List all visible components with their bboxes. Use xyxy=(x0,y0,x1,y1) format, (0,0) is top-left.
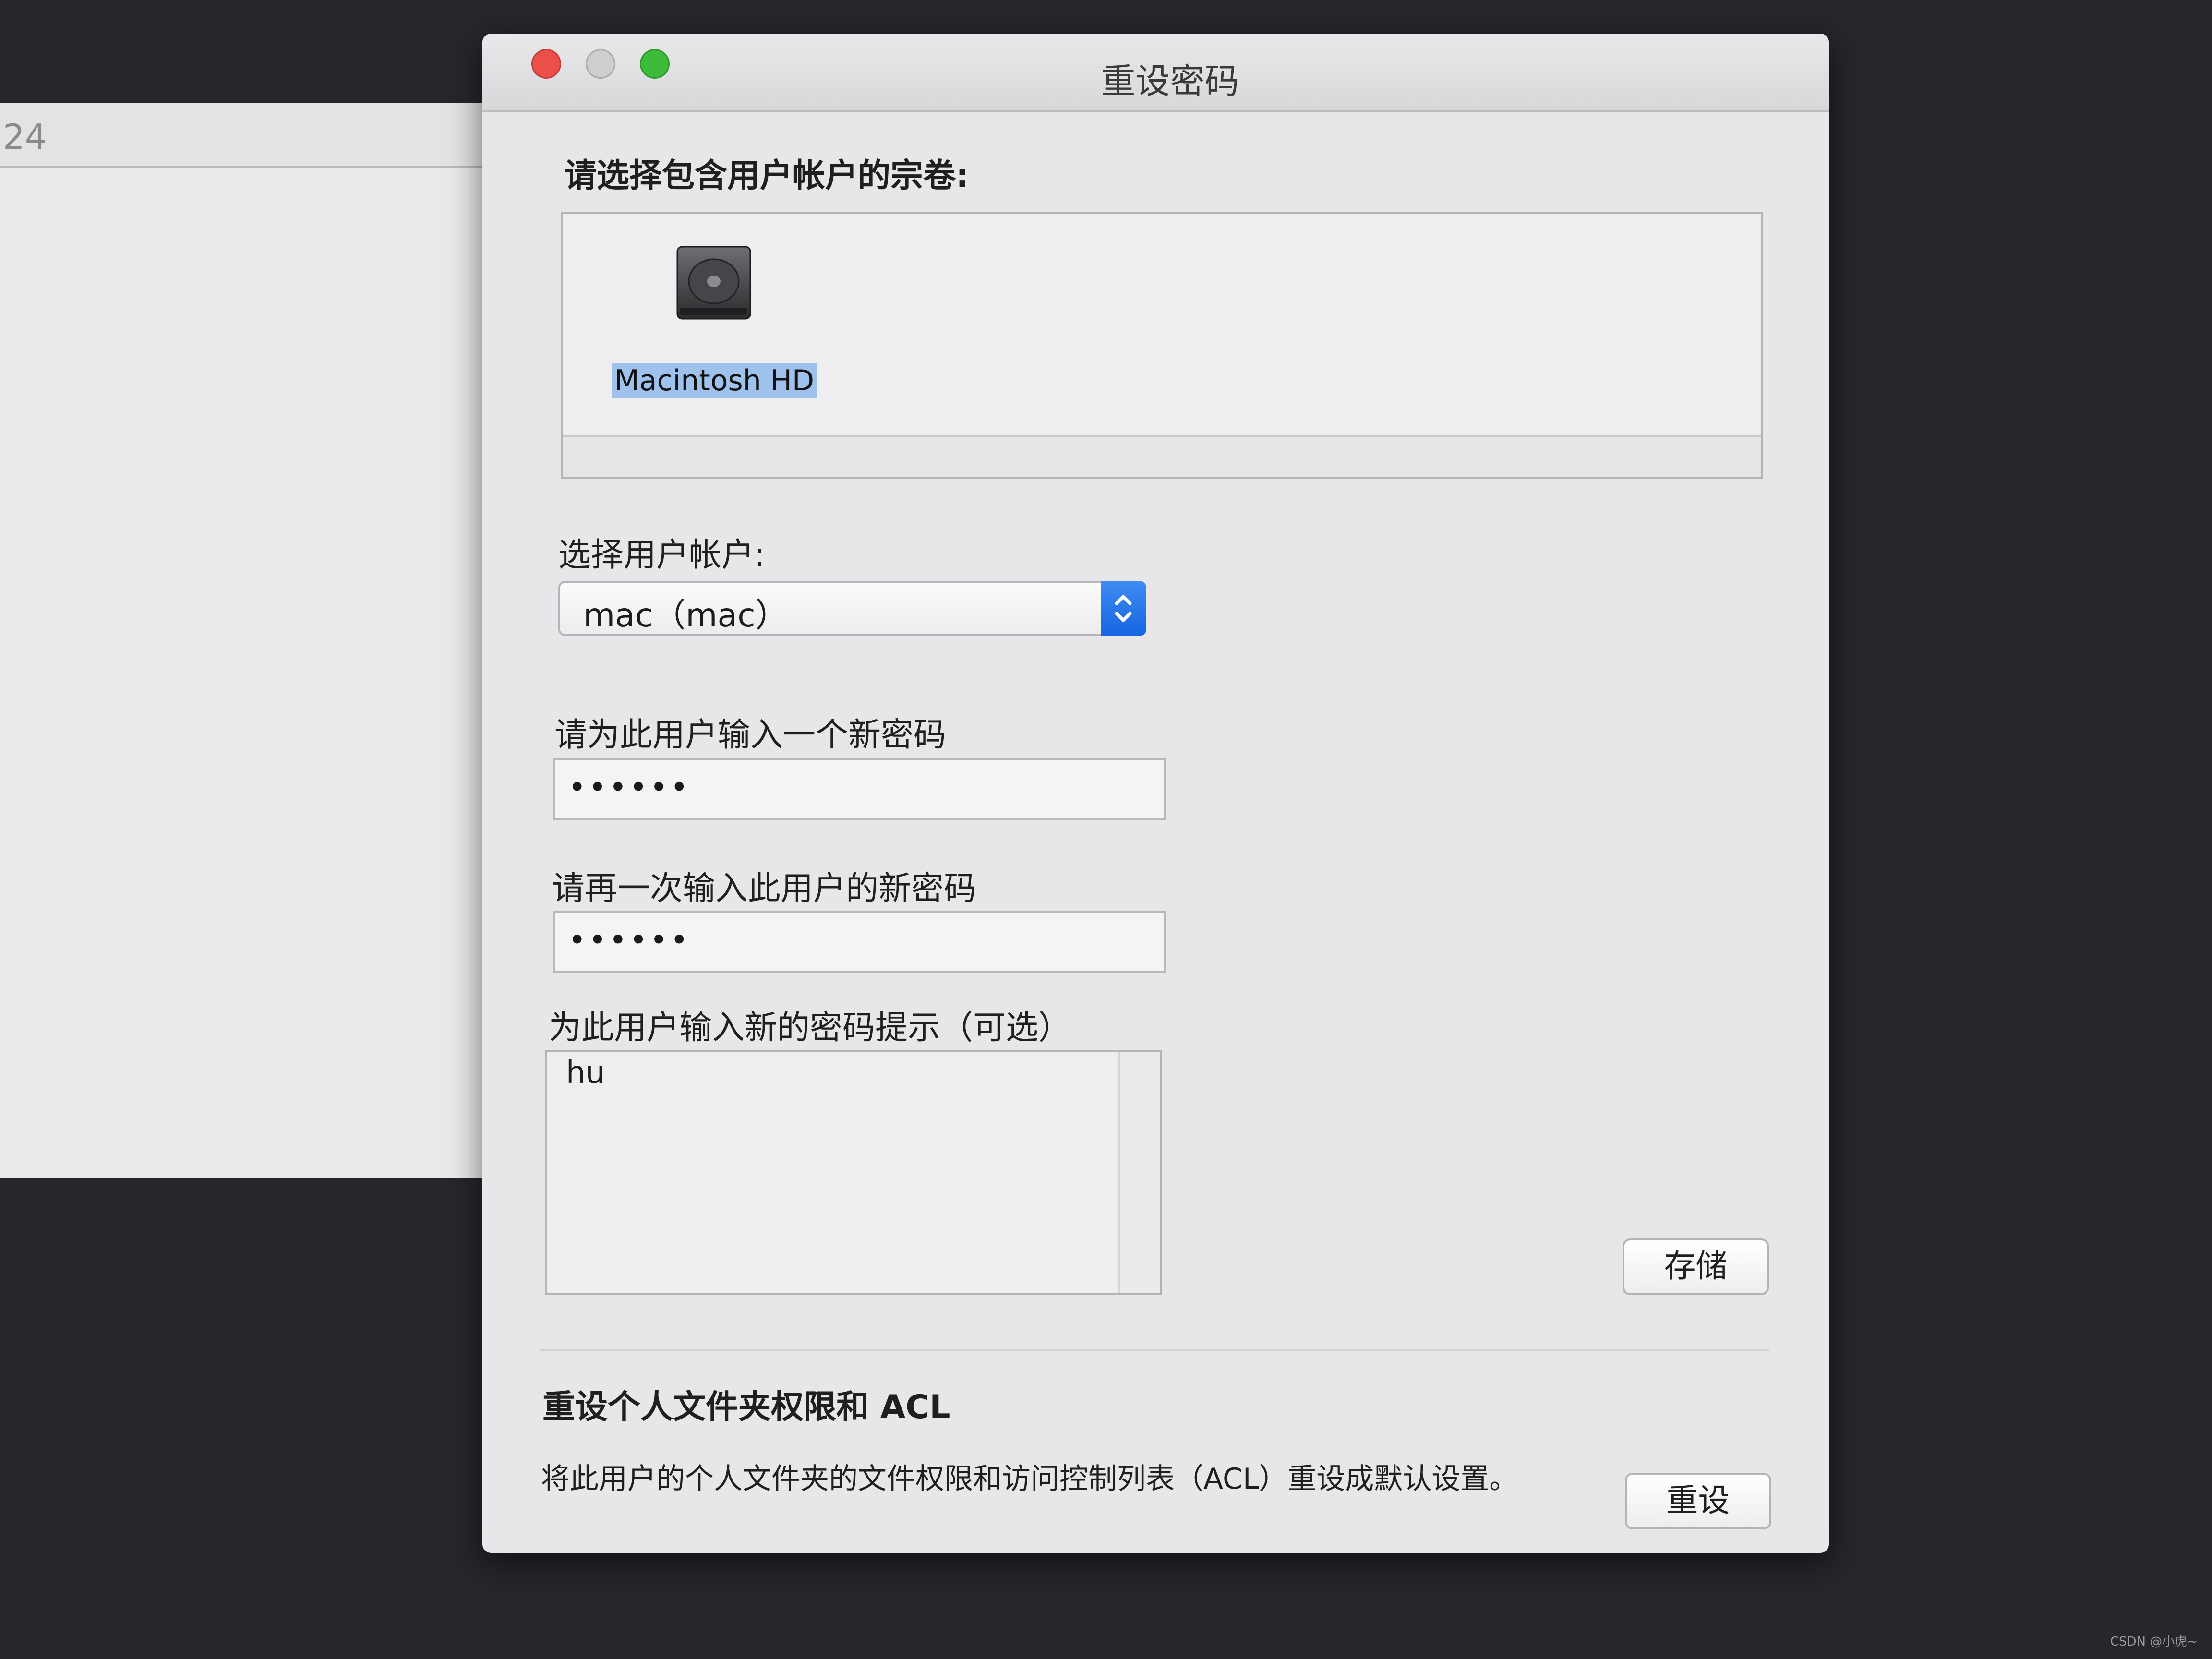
new-password-value: •••••• xyxy=(568,770,691,805)
password-hint-label: 为此用户输入新的密码提示（可选） xyxy=(549,1009,1071,1047)
titlebar: 重设密码 xyxy=(482,34,1829,112)
volume-section-label: 请选择包含用户帐户的宗卷: xyxy=(564,157,969,195)
background-window-toolbar: 24 xyxy=(0,103,509,168)
background-window: 24 xyxy=(0,103,509,1178)
acl-description: 将此用户的个人文件夹的文件权限和访问控制列表（ACL）重设成默认设置。 xyxy=(541,1462,1518,1496)
volume-list[interactable]: Macintosh HD xyxy=(561,212,1763,479)
verify-password-value: •••••• xyxy=(568,923,691,958)
verify-password-label: 请再一次输入此用户的新密码 xyxy=(552,870,977,908)
verify-password-field[interactable]: •••••• xyxy=(553,911,1166,973)
select-arrows[interactable] xyxy=(1101,581,1146,636)
password-hint-textarea[interactable]: hu xyxy=(545,1050,1162,1295)
volume-list-footer xyxy=(563,435,1761,477)
acl-section-title: 重设个人文件夹权限和 ACL xyxy=(542,1388,950,1426)
volume-name: Macintosh HD xyxy=(612,363,817,398)
section-divider xyxy=(540,1349,1769,1351)
reset-button[interactable]: 重设 xyxy=(1625,1473,1771,1529)
user-section-label: 选择用户帐户: xyxy=(558,536,765,574)
user-account-select-value: mac（mac） xyxy=(583,597,788,635)
reset-password-dialog: 重设密码 请选择包含用户帐户的宗卷: Macintosh HD 选择用户帐户: xyxy=(482,34,1829,1553)
new-password-field[interactable]: •••••• xyxy=(553,758,1166,820)
volume-item-macintosh-hd[interactable]: Macintosh HD xyxy=(606,238,817,398)
window-title: 重设密码 xyxy=(1101,61,1239,101)
save-button[interactable]: 存储 xyxy=(1623,1238,1769,1295)
watermark: CSDN @小虎~ xyxy=(2110,1635,2198,1649)
new-password-label: 请为此用户输入一个新密码 xyxy=(554,716,947,754)
textarea-scrollbar[interactable] xyxy=(1118,1052,1160,1293)
password-hint-value: hu xyxy=(566,1055,605,1091)
user-account-select[interactable]: mac（mac） xyxy=(558,581,1146,636)
background-window-text: 24 xyxy=(3,117,47,157)
chevron-up-down-icon xyxy=(1115,595,1132,622)
hard-drive-icon xyxy=(676,246,751,320)
background-window-body xyxy=(0,168,509,1178)
